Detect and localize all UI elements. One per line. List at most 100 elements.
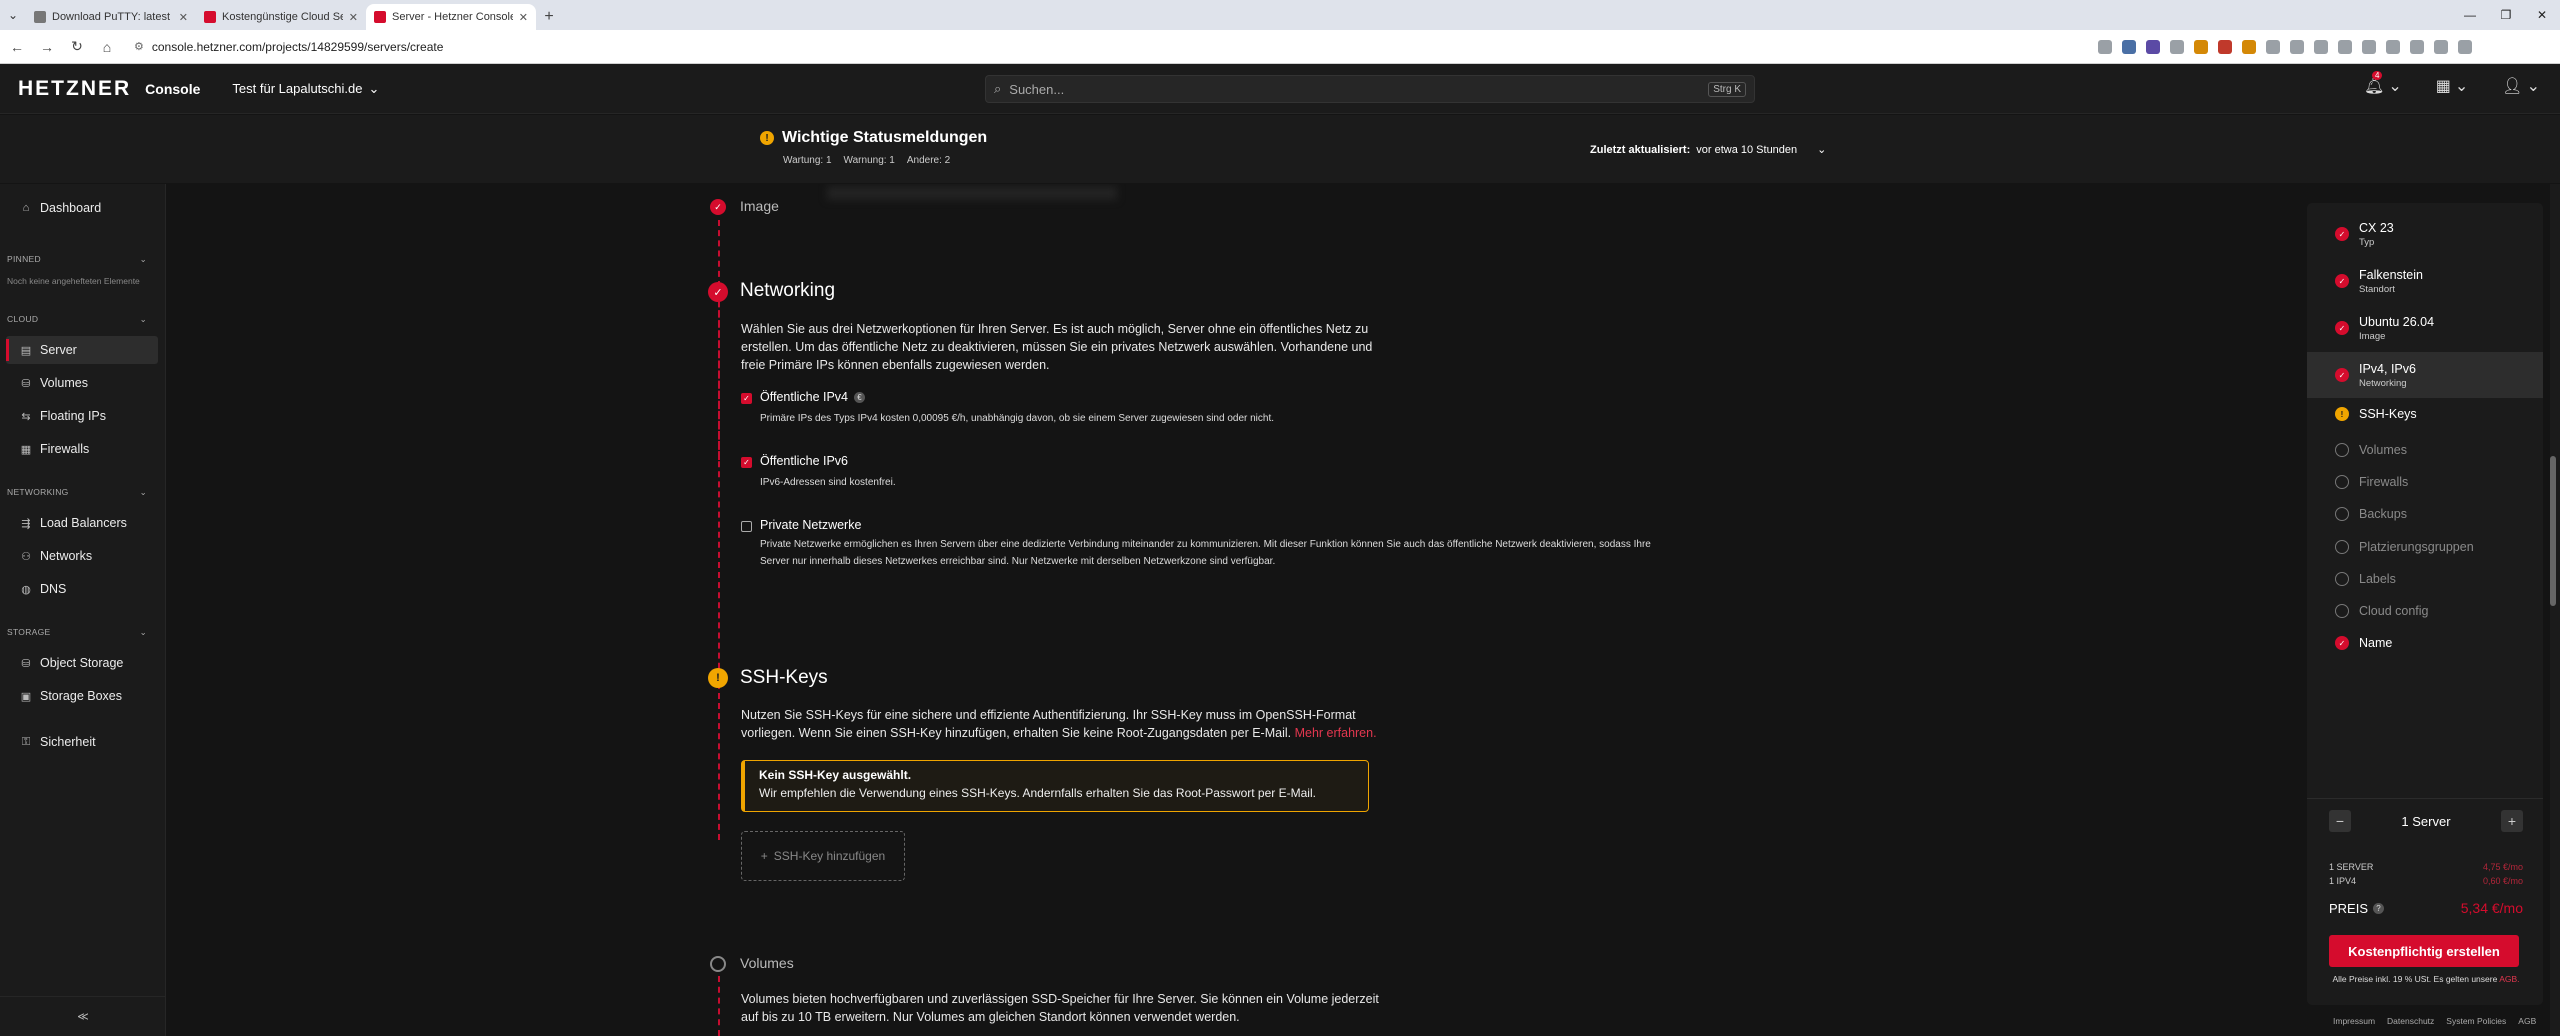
home-icon[interactable]: ⌂ — [94, 34, 120, 60]
step-title-networking[interactable]: Networking — [740, 280, 835, 302]
browser-tab[interactable]: Download PuTTY: latest release ✕ — [26, 4, 196, 30]
summary-item-text: Name — [2359, 636, 2392, 650]
summary-item-ssh-keys[interactable]: ! SSH-Keys — [2307, 399, 2543, 429]
new-tab-plus-icon[interactable]: + — [536, 4, 562, 30]
summary-item-backups[interactable]: Backups — [2307, 499, 2543, 529]
agb-link[interactable]: AGB. — [2499, 974, 2519, 984]
ipv4-checkbox[interactable]: ✓ — [741, 393, 752, 404]
euro-info-icon[interactable]: € — [854, 391, 866, 403]
trash-icon[interactable] — [2386, 39, 2400, 54]
key-icon[interactable] — [2338, 39, 2352, 54]
learn-more-link[interactable]: Mehr erfahren. — [1295, 726, 1377, 740]
summary-item-volumes[interactable]: Volumes — [2307, 435, 2543, 465]
header-actions: 🔔︎ 4 ⌄ ▦ ⌄ 👤︎ ⌄ — [2364, 71, 2540, 96]
step-title-volumes[interactable]: Volumes — [740, 955, 794, 971]
info-icon[interactable]: ? — [2373, 902, 2385, 914]
step-title-image[interactable]: Image — [740, 198, 779, 214]
project-name: Test für Lapalutschi.de — [232, 81, 363, 96]
menu-dots-icon[interactable] — [2458, 39, 2472, 54]
sidebar-item-dashboard[interactable]: ⌂ Dashboard — [6, 194, 158, 222]
profile-icon[interactable] — [2434, 39, 2448, 54]
browser-tab[interactable]: Kostengünstige Cloud Server Ki ✕ — [196, 4, 366, 30]
summary-item-platzierungsgruppen[interactable]: Platzierungsgruppen — [2307, 532, 2543, 562]
ipv6-checkbox[interactable]: ✓ — [741, 457, 752, 468]
maximize-icon[interactable]: ❐ — [2488, 0, 2524, 30]
back-arrow-icon[interactable]: ← — [4, 34, 30, 60]
close-icon[interactable]: ✕ — [179, 11, 188, 24]
bookmark-star-icon[interactable] — [2098, 39, 2112, 54]
sidebar-item-floating-ips[interactable]: ⇆ Floating IPs — [6, 402, 158, 430]
scrollbar-thumb[interactable] — [2550, 456, 2556, 606]
status-title[interactable]: ! Wichtige Statusmeldungen — [760, 129, 987, 147]
sidebar-item-load-balancers[interactable]: ⇶ Load Balancers — [6, 509, 158, 537]
sidebar-item-object-storage[interactable]: ⛁ Object Storage — [6, 649, 158, 677]
summary-item-ipv4-ipv6[interactable]: ✓ IPv4, IPv6 Networking — [2307, 352, 2543, 398]
footer-link-datenschutz[interactable]: Datenschutz — [2387, 1016, 2434, 1026]
increase-quantity-button[interactable]: + — [2500, 810, 2523, 832]
hetzner-logo[interactable]: HETZNER — [18, 77, 131, 101]
status-updated[interactable]: Zuletzt aktualisiert: vor etwa 10 Stunde… — [1590, 143, 1826, 157]
address-bar[interactable]: ⚙ console.hetzner.com/projects/14829599/… — [128, 35, 2088, 59]
puzzle-extensions-icon[interactable] — [2290, 39, 2304, 54]
decrease-quantity-button[interactable]: − — [2329, 810, 2351, 832]
print-icon[interactable] — [2362, 39, 2376, 54]
site-info-icon[interactable]: ⚙ — [134, 40, 144, 53]
extension-icon[interactable] — [2218, 39, 2232, 54]
extension-icon[interactable] — [2314, 39, 2328, 54]
close-icon[interactable]: ✕ — [349, 11, 358, 24]
sidebar-section-storage[interactable]: STORAGE ⌄ — [7, 627, 147, 638]
summary-item-firewalls[interactable]: Firewalls — [2307, 467, 2543, 497]
page-scrollbar[interactable] — [2550, 184, 2560, 1036]
close-icon[interactable]: ✕ — [519, 11, 528, 24]
add-ssh-key-button[interactable]: + SSH-Key hinzufügen — [741, 831, 905, 881]
extension-icon[interactable] — [2194, 39, 2208, 54]
step-title-ssh-keys[interactable]: SSH-Keys — [740, 667, 828, 689]
summary-item-cx-23[interactable]: ✓ CX 23 Typ — [2307, 211, 2543, 257]
forward-arrow-icon[interactable]: → — [34, 34, 60, 60]
sidebar-section-pinned[interactable]: PINNED ⌄ — [7, 254, 147, 265]
extension-icon[interactable] — [2266, 39, 2280, 54]
summary-item-labels[interactable]: Labels — [2307, 564, 2543, 594]
private-network-label[interactable]: Private Netzwerke — [760, 518, 861, 532]
sidebar-toggle-icon[interactable] — [2410, 39, 2424, 54]
key-icon: ⚿ — [21, 735, 31, 748]
reload-icon[interactable]: ↻ — [64, 34, 90, 60]
sidebar-item-firewalls[interactable]: ▦ Firewalls — [6, 435, 158, 463]
private-network-checkbox[interactable] — [741, 521, 752, 532]
minimize-icon[interactable]: — — [2452, 0, 2488, 30]
ipv4-label[interactable]: Öffentliche IPv4 € — [760, 390, 866, 404]
putty-favicon-icon — [34, 11, 46, 23]
notifications-button[interactable]: 🔔︎ 4 ⌄ — [2364, 71, 2402, 96]
extension-icon[interactable] — [2242, 39, 2256, 54]
user-menu-button[interactable]: 👤︎ ⌄ — [2502, 76, 2540, 96]
extension-icon[interactable] — [2122, 39, 2136, 54]
sidebar-item-security[interactable]: ⚿ Sicherheit — [6, 728, 158, 756]
project-selector[interactable]: Test für Lapalutschi.de ⌄ — [232, 81, 379, 97]
browser-tab-active[interactable]: Server - Hetzner Console ✕ — [366, 4, 536, 30]
sidebar-section-networking[interactable]: NETWORKING ⌄ — [7, 487, 147, 498]
footer-link-impressum[interactable]: Impressum — [2333, 1016, 2375, 1026]
sidebar-item-dns[interactable]: ◍ DNS — [6, 575, 158, 603]
create-server-button[interactable]: Kostenpflichtig erstellen — [2329, 935, 2519, 967]
apps-menu-button[interactable]: ▦ ⌄ — [2436, 76, 2469, 96]
divider — [2307, 798, 2543, 799]
close-window-icon[interactable]: ✕ — [2524, 0, 2560, 30]
summary-item-falkenstein[interactable]: ✓ Falkenstein Standort — [2307, 258, 2543, 304]
sidebar-item-label: Dashboard — [40, 201, 102, 215]
ipv6-label[interactable]: Öffentliche IPv6 — [760, 454, 848, 468]
footer-link-system-policies[interactable]: System Policies — [2446, 1016, 2506, 1026]
summary-item-ubuntu-26-04[interactable]: ✓ Ubuntu 26.04 Image — [2307, 305, 2543, 351]
sidebar-collapse-button[interactable]: ≪ — [0, 996, 166, 1036]
global-search[interactable]: ⌕ Suchen... Strg K — [985, 75, 1755, 103]
sidebar-item-networks[interactable]: ⚇ Networks — [6, 542, 158, 570]
summary-item-name[interactable]: ✓ Name — [2307, 628, 2543, 658]
footer-link-agb[interactable]: AGB — [2518, 1016, 2536, 1026]
sidebar-item-storage-boxes[interactable]: ▣ Storage Boxes — [6, 682, 158, 710]
extension-icon[interactable] — [2146, 39, 2160, 54]
sidebar-section-cloud[interactable]: CLOUD ⌄ — [7, 314, 147, 325]
summary-item-cloud-config[interactable]: Cloud config — [2307, 596, 2543, 626]
extension-icon[interactable] — [2170, 39, 2184, 54]
sidebar-item-server[interactable]: ▤ Server — [6, 336, 158, 364]
tab-search-icon[interactable]: ⌄ — [0, 0, 26, 30]
sidebar-item-volumes[interactable]: ⛁ Volumes — [6, 369, 158, 397]
